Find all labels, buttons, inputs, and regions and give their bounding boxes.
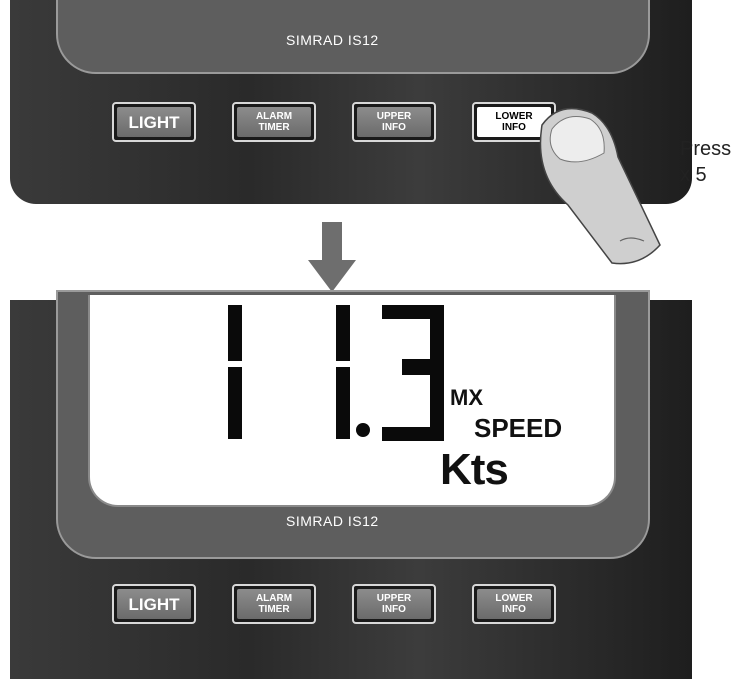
lower-label-line1-2: LOWER	[495, 593, 533, 604]
down-arrow-icon	[308, 222, 356, 292]
upper-info-button-2[interactable]: UPPER INFO	[352, 584, 436, 624]
alarm-timer-button[interactable]: ALARM TIMER	[232, 102, 316, 142]
alarm-label-line1: ALARM	[255, 111, 293, 122]
light-button-label-2: LIGHT	[128, 594, 180, 614]
press-instruction-line1: Press	[680, 138, 732, 160]
decimal-point	[356, 423, 370, 437]
brand-label: SIMRAD IS12	[286, 32, 379, 48]
light-button-label: LIGHT	[128, 112, 180, 132]
alarm-timer-button-2[interactable]: ALARM TIMER	[232, 584, 316, 624]
finger-icon	[539, 107, 661, 265]
alarm-label-line2-2: TIMER	[258, 604, 290, 615]
upper-label-line1: UPPER	[376, 111, 412, 122]
press-instruction: Press x 5	[680, 136, 731, 188]
lower-info-button-2[interactable]: LOWER INFO	[472, 584, 556, 624]
light-button-2[interactable]: LIGHT	[112, 584, 196, 624]
speed-label: SPEED	[474, 413, 563, 443]
upper-label-line2: INFO	[382, 122, 406, 133]
press-instruction-line2: x 5	[680, 164, 707, 186]
max-indicator: MX	[450, 385, 483, 410]
upper-label-line2-2: INFO	[382, 604, 406, 615]
lower-label-line2-2: INFO	[502, 604, 526, 615]
lcd-screen: MX SPEED Kts	[88, 295, 616, 507]
brand-label-bottom: SIMRAD IS12	[286, 513, 379, 529]
unit-label: Kts	[440, 445, 509, 494]
alarm-label-line1-2: ALARM	[255, 593, 293, 604]
device-panel-bottom: MX SPEED Kts SIMRAD IS12 LIGHT ALARM TIM…	[10, 290, 692, 679]
upper-label-line1-2: UPPER	[376, 593, 412, 604]
upper-info-button[interactable]: UPPER INFO	[352, 102, 436, 142]
alarm-label-line2: TIMER	[258, 122, 290, 133]
light-button[interactable]: LIGHT	[112, 102, 196, 142]
